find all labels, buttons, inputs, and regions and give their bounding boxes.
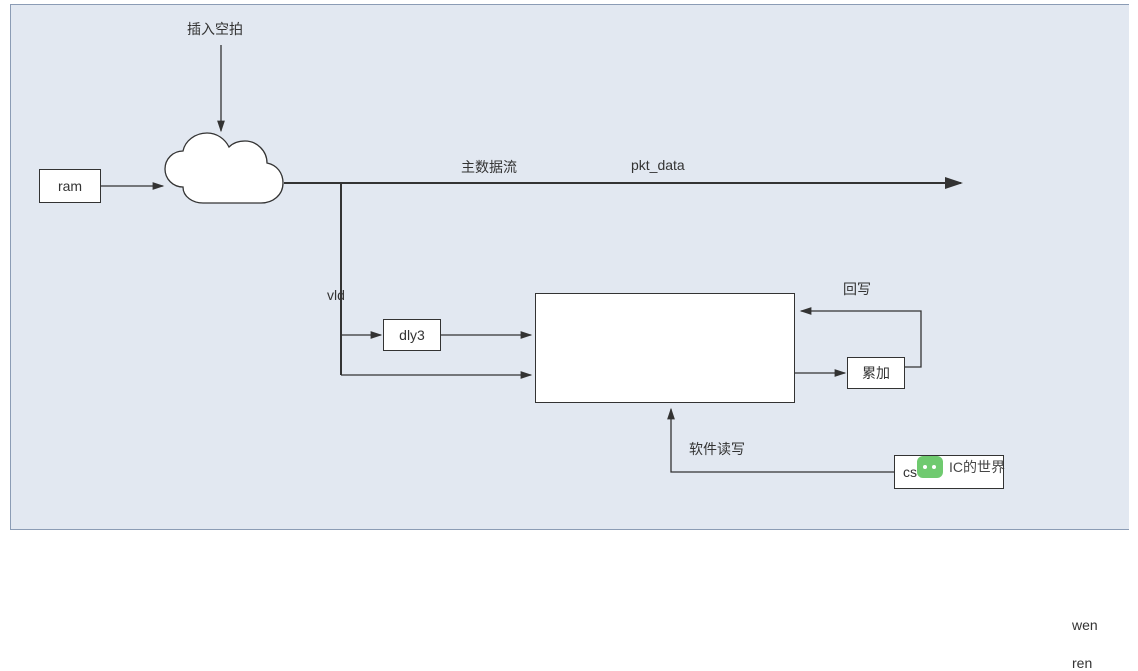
arrow-csr-to-ram	[11, 5, 1129, 529]
watermark-text: IC的世界	[949, 457, 1005, 477]
watermark: IC的世界	[917, 456, 1005, 478]
diagram-canvas: ram 插入空拍 主数据流 pkt_data vld dly3	[10, 4, 1129, 530]
port-ren: ren	[1072, 655, 1092, 671]
port-wen: wen	[1072, 617, 1098, 633]
wechat-icon	[917, 456, 943, 478]
label-sw-rw: 软件读写	[689, 439, 745, 459]
